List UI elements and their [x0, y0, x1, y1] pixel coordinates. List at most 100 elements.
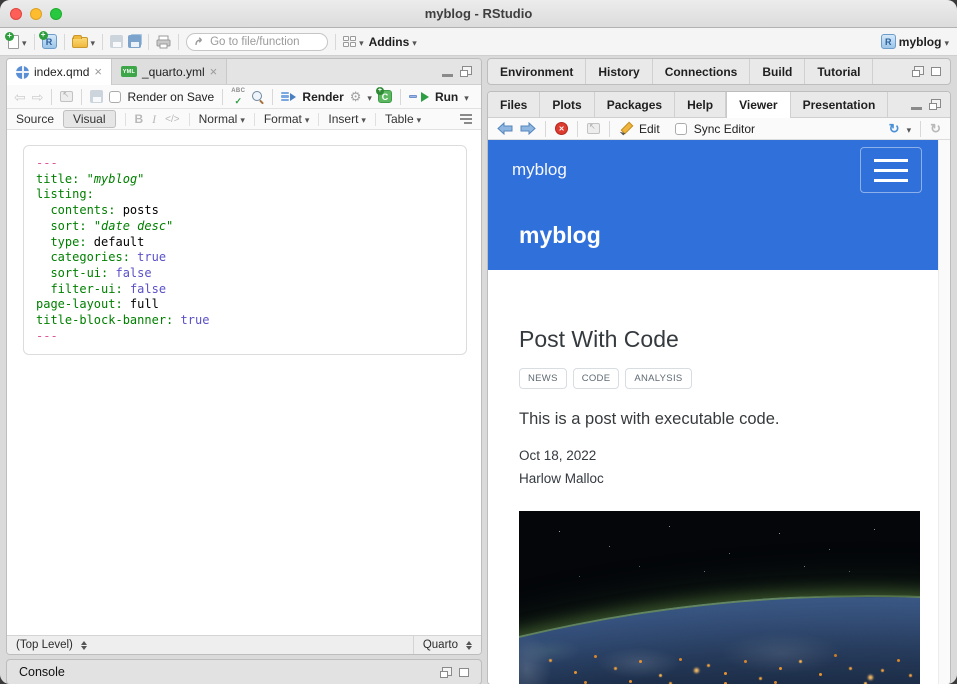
format-menu-label: Format: [264, 112, 302, 126]
filetype-selector[interactable]: Quarto: [423, 639, 472, 651]
blog-title-banner: myblog: [488, 200, 938, 270]
render-button[interactable]: Render: [302, 90, 343, 104]
goto-file-search[interactable]: [186, 33, 328, 51]
save-document-button[interactable]: [90, 90, 103, 103]
tab-history[interactable]: History: [586, 59, 652, 84]
italic-button[interactable]: I: [152, 112, 156, 127]
tab-help[interactable]: Help: [675, 92, 726, 117]
outline-jump-selector[interactable]: (Top Level): [16, 639, 87, 651]
table-menu[interactable]: Table: [385, 112, 421, 126]
insert-chunk-icon[interactable]: C: [378, 90, 392, 103]
open-in-new-window-icon[interactable]: [587, 123, 600, 134]
print-button[interactable]: [156, 35, 171, 49]
editor-toolbar: Render on Save ABC Render C Run: [7, 85, 481, 109]
tab-index-qmd[interactable]: index.qmd: [7, 59, 112, 85]
forward-icon[interactable]: [32, 90, 44, 104]
post-title-link[interactable]: Post With Code: [519, 326, 920, 353]
hamburger-menu-button[interactable]: [860, 147, 922, 193]
goto-arrow-icon: [194, 36, 205, 47]
render-icon[interactable]: [281, 92, 296, 102]
close-window-button[interactable]: [10, 8, 22, 20]
category-badge[interactable]: ANALYSIS: [625, 368, 691, 389]
updown-icon: [81, 641, 87, 650]
new-file-button[interactable]: [8, 33, 27, 51]
maximize-pane-icon[interactable]: [929, 99, 941, 110]
outline-icon[interactable]: [460, 114, 472, 124]
stop-icon[interactable]: [555, 122, 568, 135]
project-menu-button[interactable]: R myblog: [881, 33, 949, 51]
tab-files[interactable]: Files: [488, 92, 540, 117]
open-file-button[interactable]: [72, 33, 96, 51]
restore-pane-icon[interactable]: [912, 66, 924, 77]
toolbar-separator: [189, 113, 190, 126]
minimize-pane-icon[interactable]: [442, 74, 453, 77]
maximize-pane-icon[interactable]: [459, 668, 469, 677]
toolbar-separator: [34, 34, 35, 50]
tab-environment[interactable]: Environment: [488, 59, 586, 84]
category-badge[interactable]: CODE: [573, 368, 620, 389]
maximize-pane-icon[interactable]: [460, 66, 472, 77]
gear-icon[interactable]: [350, 90, 362, 104]
sync-publish-icon[interactable]: [889, 122, 900, 135]
editor-area[interactable]: ---title: "myblog"listing: contents: pos…: [7, 130, 481, 635]
restore-pane-icon[interactable]: [440, 667, 452, 678]
yaml-block[interactable]: ---title: "myblog"listing: contents: pos…: [23, 145, 467, 355]
open-in-new-window-icon[interactable]: [60, 91, 73, 102]
addins-menu-button[interactable]: Addins: [369, 33, 417, 51]
new-project-button[interactable]: R: [42, 34, 57, 49]
bold-button[interactable]: B: [135, 112, 144, 126]
viewer-scrollbar[interactable]: [938, 140, 950, 684]
post-subtitle: This is a post with executable code.: [519, 410, 920, 429]
tab-connections[interactable]: Connections: [653, 59, 751, 84]
source-mode-button[interactable]: Source: [16, 112, 54, 126]
save-button[interactable]: [110, 35, 123, 48]
category-badge[interactable]: NEWS: [519, 368, 567, 389]
zoom-window-button[interactable]: [50, 8, 62, 20]
tab-plots[interactable]: Plots: [540, 92, 594, 117]
close-icon[interactable]: [210, 65, 218, 79]
close-icon[interactable]: [94, 65, 102, 79]
spellcheck-icon[interactable]: ABC: [231, 88, 245, 106]
toolbar-separator: [51, 89, 52, 105]
back-icon[interactable]: [14, 90, 26, 104]
updown-icon: [466, 641, 472, 650]
maximize-pane-icon[interactable]: [931, 67, 941, 76]
minimize-pane-icon[interactable]: [911, 107, 922, 110]
top-level-label: (Top Level): [16, 639, 73, 651]
tab-build[interactable]: Build: [750, 59, 805, 84]
visual-mode-button[interactable]: Visual: [63, 110, 115, 128]
workspace-panes-button[interactable]: [343, 33, 364, 51]
insert-menu[interactable]: Insert: [328, 112, 366, 126]
earth-at-night-photo[interactable]: [519, 511, 920, 684]
addins-label: Addins: [369, 35, 410, 49]
viewer-back-icon[interactable]: [497, 122, 513, 135]
code-button[interactable]: </>: [165, 114, 179, 125]
toolbar-separator: [375, 113, 376, 126]
tab-presentation[interactable]: Presentation: [791, 92, 889, 117]
goto-file-input[interactable]: [210, 36, 318, 48]
console-pane: Console: [6, 659, 482, 684]
traffic-lights: [10, 8, 62, 20]
edit-pencil-icon[interactable]: [619, 122, 632, 135]
refresh-icon[interactable]: [930, 122, 941, 135]
format-menu[interactable]: Format: [264, 112, 310, 126]
minimize-window-button[interactable]: [30, 8, 42, 20]
environment-pane: Environment History Connections Build Tu…: [487, 58, 951, 85]
tab-tutorial[interactable]: Tutorial: [805, 59, 873, 84]
viewer-forward-icon[interactable]: [520, 122, 536, 135]
search-icon[interactable]: [251, 90, 264, 103]
edit-button[interactable]: Edit: [639, 122, 660, 136]
tab-quarto-yml[interactable]: YML _quarto.yml: [112, 59, 227, 84]
document-tabbar: index.qmd YML _quarto.yml: [7, 59, 481, 85]
save-all-button[interactable]: [128, 35, 141, 48]
blog-preview: myblog myblog Post With Code NEWS CODE A…: [488, 140, 938, 684]
sync-editor-checkbox[interactable]: [675, 123, 687, 135]
tab-viewer[interactable]: Viewer: [726, 92, 790, 118]
paragraph-style-menu[interactable]: Normal: [199, 112, 245, 126]
blog-navbar-title[interactable]: myblog: [512, 160, 567, 180]
run-button[interactable]: Run: [435, 90, 458, 104]
toolbar-separator: [102, 34, 103, 50]
right-column: Environment History Connections Build Tu…: [487, 58, 951, 684]
tab-packages[interactable]: Packages: [595, 92, 675, 117]
render-on-save-checkbox[interactable]: [109, 91, 121, 103]
